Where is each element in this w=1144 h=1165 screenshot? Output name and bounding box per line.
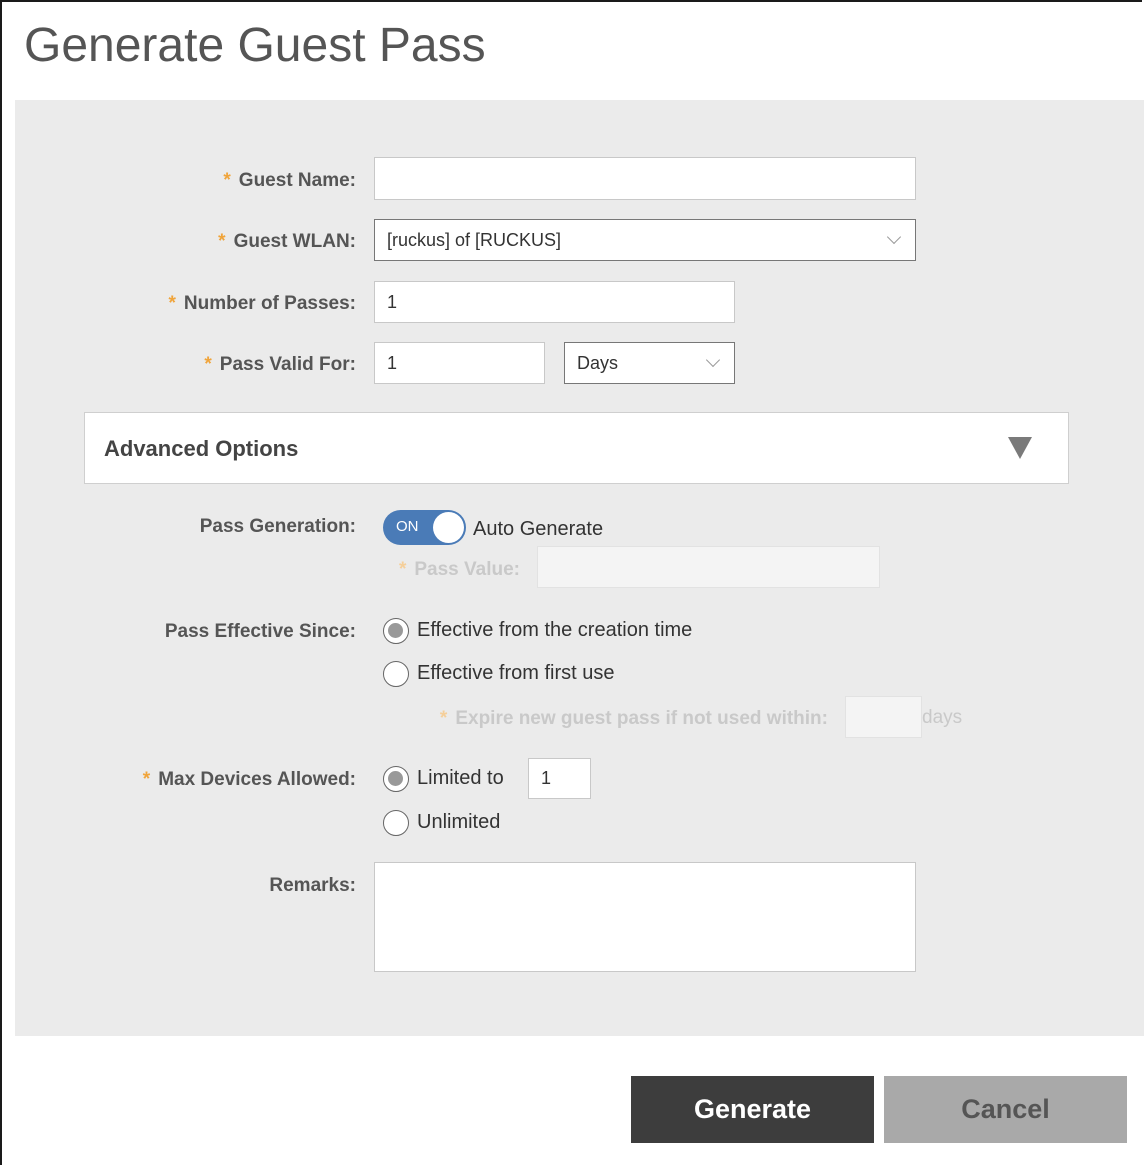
generate-button[interactable]: Generate xyxy=(631,1076,874,1143)
advanced-options-header[interactable]: Advanced Options xyxy=(84,412,1069,484)
effective-first-use-label: Effective from first use xyxy=(417,662,615,684)
remarks-label: Remarks: xyxy=(269,875,356,896)
auto-generate-toggle[interactable]: ON xyxy=(383,510,466,545)
triangle-down-icon xyxy=(1008,437,1032,459)
pass-valid-unit-value: Days xyxy=(577,352,619,373)
required-marker: * xyxy=(218,231,226,252)
required-marker: * xyxy=(142,769,151,790)
pass-valid-unit-select[interactable]: Days xyxy=(564,342,735,384)
pass-valid-for-input[interactable]: 1 xyxy=(374,342,545,384)
unlimited-label: Unlimited xyxy=(417,811,501,833)
chevron-down-icon xyxy=(886,229,902,245)
max-devices-label: * Max Devices Allowed: xyxy=(142,769,356,790)
limited-label: Limited to xyxy=(417,767,504,789)
effective-first-use-radio[interactable] xyxy=(383,661,409,687)
guest-name-label: * Guest Name: xyxy=(223,170,356,191)
required-marker: * xyxy=(168,293,176,314)
advanced-options-title: Advanced Options xyxy=(104,436,299,461)
pass-effective-since-label: Pass Effective Since: xyxy=(164,621,356,642)
chevron-down-icon xyxy=(705,352,721,368)
guest-wlan-label: * Guest WLAN: xyxy=(218,231,356,252)
auto-generate-label: Auto Generate xyxy=(473,518,604,540)
number-of-passes-label: * Number of Passes: xyxy=(168,293,356,314)
limited-radio[interactable] xyxy=(383,766,409,792)
remarks-textarea[interactable] xyxy=(374,862,916,972)
expire-days-unit: days xyxy=(922,707,963,728)
guest-wlan-select[interactable]: [ruckus] of [RUCKUS] xyxy=(374,219,916,261)
effective-creation-radio[interactable] xyxy=(383,618,409,644)
guest-wlan-value: [ruckus] of [RUCKUS] xyxy=(387,229,562,250)
expire-label: * Expire new guest pass if not used withi… xyxy=(439,708,828,729)
pass-generation-label: Pass Generation: xyxy=(199,516,356,537)
unlimited-radio[interactable] xyxy=(383,810,409,836)
guest-name-input[interactable] xyxy=(374,157,916,200)
pass-valid-for-label: * Pass Valid For: xyxy=(204,354,356,375)
device-limit-input[interactable]: 1 xyxy=(528,758,591,799)
number-of-passes-input[interactable]: 1 xyxy=(374,281,735,323)
dialog-title: Generate Guest Pass xyxy=(24,19,486,72)
pass-value-label: * Pass Value: xyxy=(398,559,520,580)
pass-value-input[interactable] xyxy=(537,546,880,588)
required-marker: * xyxy=(398,559,407,580)
required-marker: * xyxy=(204,354,212,375)
effective-creation-label: Effective from the creation time xyxy=(417,619,693,641)
cancel-button[interactable]: Cancel xyxy=(884,1076,1127,1143)
toggle-knob xyxy=(433,512,464,543)
expire-days-input[interactable] xyxy=(845,696,922,738)
required-marker: * xyxy=(439,708,448,729)
required-marker: * xyxy=(223,170,231,191)
toggle-state-label: ON xyxy=(396,518,419,535)
